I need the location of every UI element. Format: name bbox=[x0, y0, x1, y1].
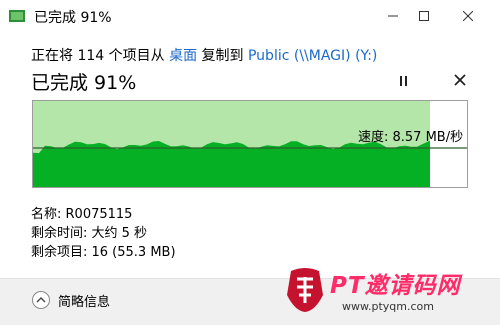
destination-link[interactable]: Public (\\MAGI) (Y:) bbox=[248, 48, 377, 64]
title-bar: 已完成 91% bbox=[0, 0, 500, 32]
operation-prefix: 正在将 114 个项目从 bbox=[31, 48, 170, 64]
copy-operation-icon bbox=[9, 10, 25, 22]
window-title: 已完成 91% bbox=[34, 10, 112, 26]
progress-status: 已完成 91% bbox=[31, 72, 137, 94]
maximize-button[interactable] bbox=[413, 6, 435, 26]
item-name: 名称: R0075115 bbox=[31, 207, 133, 222]
operation-description: 正在将 114 个项目从 桌面 复制到 Public (\\MAGI) (Y:) bbox=[31, 45, 377, 65]
close-icon bbox=[462, 10, 474, 22]
minimize-icon bbox=[388, 15, 398, 17]
pause-icon bbox=[400, 76, 407, 86]
time-remaining: 剩余时间: 大约 5 秒 bbox=[31, 226, 148, 241]
cancel-operation-button[interactable] bbox=[452, 72, 468, 88]
pause-button[interactable] bbox=[396, 73, 412, 89]
watermark-logo bbox=[287, 268, 323, 312]
cancel-icon bbox=[454, 74, 466, 86]
collapse-details-button[interactable] bbox=[31, 290, 51, 310]
speed-label: 速度: 8.57 MB/秒 bbox=[358, 130, 464, 145]
watermark-brand: PT邀请码网 bbox=[330, 273, 461, 299]
items-remaining: 剩余项目: 16 (55.3 MB) bbox=[31, 245, 176, 260]
close-window-button[interactable] bbox=[457, 6, 479, 26]
collapse-details-label[interactable]: 简略信息 bbox=[58, 291, 110, 310]
operation-middle: 复制到 bbox=[197, 48, 248, 64]
maximize-icon bbox=[419, 11, 429, 21]
source-link[interactable]: 桌面 bbox=[169, 48, 197, 64]
minimize-button[interactable] bbox=[382, 6, 404, 26]
watermark-url: www.ptyqm.com bbox=[342, 300, 434, 313]
